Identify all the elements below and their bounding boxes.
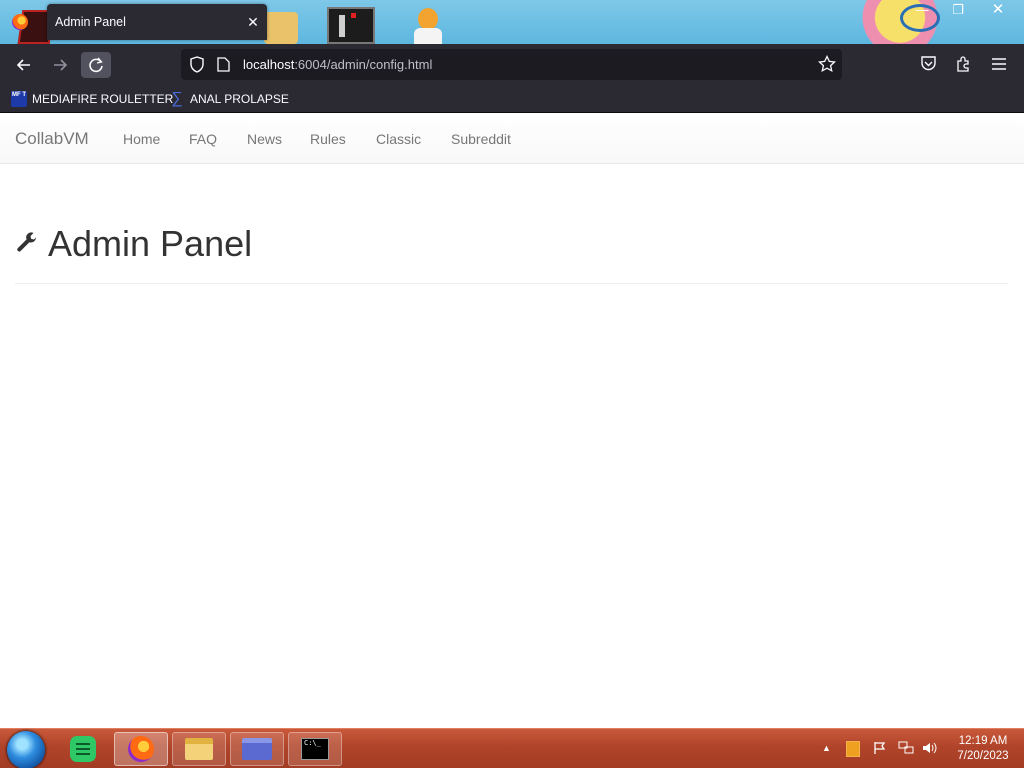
window-minimize-button[interactable]: — — [904, 0, 940, 20]
url-host: localhost — [243, 57, 295, 72]
bookmarks-toolbar: MF T MEDIAFIRE ROULETTER ∑ ANAL PROLAPSE — [0, 85, 1024, 113]
action-center-flag-icon[interactable] — [873, 741, 887, 758]
firefox-icon — [128, 736, 154, 762]
url-path: :6004/admin/config.html — [294, 57, 433, 72]
wrench-icon — [17, 232, 36, 252]
tray-app-icon[interactable] — [846, 741, 860, 757]
desktop-wallpaper-figure — [327, 7, 375, 44]
page-title: Admin Panel — [48, 223, 253, 264]
tracking-shield-icon[interactable] — [189, 56, 205, 73]
pocket-icon[interactable] — [920, 55, 937, 73]
back-arrow-icon[interactable] — [11, 52, 37, 78]
window-close-button[interactable]: ✕ — [980, 0, 1016, 20]
desktop-wallpaper-figure — [264, 12, 298, 44]
taskbar-firefox[interactable] — [114, 732, 168, 766]
address-bar[interactable]: localhost:6004/admin/config.html — [181, 49, 842, 80]
clock-time: 12:19 AM — [958, 735, 1008, 747]
bookmark-star-icon[interactable] — [818, 55, 836, 73]
bookmark-mediafire-rouletter[interactable]: MF T MEDIAFIRE ROULETTER — [11, 90, 173, 108]
command-prompt-icon: C:\_ — [301, 738, 329, 760]
nav-link-classic[interactable]: Classic — [376, 131, 421, 147]
page-info-icon[interactable] — [217, 57, 230, 72]
browser-toolbar: localhost:6004/admin/config.html — [0, 44, 1024, 85]
folder-icon — [185, 738, 213, 760]
reload-icon[interactable] — [81, 52, 111, 78]
nav-link-faq[interactable]: FAQ — [189, 131, 217, 147]
windows-taskbar: C:\_ ▲ 12:19 AM 7/20/2023 — [0, 728, 1024, 768]
tab-admin-panel[interactable]: Admin Panel ✕ — [47, 4, 267, 40]
tab-close-icon[interactable]: ✕ — [239, 14, 267, 31]
taskbar-notes-app[interactable] — [56, 732, 110, 766]
window-maximize-button[interactable]: ❐ — [940, 0, 976, 20]
hamburger-menu-icon[interactable] — [990, 55, 1008, 73]
nav-link-home[interactable]: Home — [123, 131, 160, 147]
page-content: CollabVM Home FAQ News Rules Classic Sub… — [0, 113, 1024, 728]
start-button[interactable] — [7, 731, 45, 768]
taskbar-command-prompt[interactable]: C:\_ — [288, 732, 342, 766]
window-app-icon — [242, 738, 272, 760]
nav-link-subreddit[interactable]: Subreddit — [451, 131, 511, 147]
extensions-icon[interactable] — [955, 55, 973, 73]
system-clock[interactable]: 12:19 AM 7/20/2023 — [948, 734, 1018, 764]
taskbar-window-app[interactable] — [230, 732, 284, 766]
site-navbar: CollabVM Home FAQ News Rules Classic Sub… — [0, 113, 1024, 164]
forward-arrow-icon[interactable] — [47, 52, 73, 78]
show-hidden-icons-arrow-icon[interactable]: ▲ — [822, 743, 831, 753]
taskbar-file-explorer[interactable] — [172, 732, 226, 766]
tab-title: Admin Panel — [55, 15, 126, 29]
network-icon[interactable] — [898, 741, 914, 758]
bookmark-label: ANAL PROLAPSE — [190, 92, 289, 106]
clock-date: 7/20/2023 — [957, 750, 1009, 762]
mft-icon: MF T — [11, 91, 27, 107]
nav-link-news[interactable]: News — [247, 131, 282, 147]
bookmark-label: MEDIAFIRE ROULETTER — [32, 92, 174, 106]
browser-tab-strip: Admin Panel ✕ — ❐ ✕ — [0, 0, 1024, 44]
site-brand[interactable]: CollabVM — [15, 129, 89, 149]
url-text[interactable]: localhost:6004/admin/config.html — [243, 57, 432, 72]
page-header: Admin Panel — [15, 224, 1008, 284]
nav-link-rules[interactable]: Rules — [310, 131, 346, 147]
bookmark-anal-prolapse[interactable]: ∑ ANAL PROLAPSE — [169, 90, 289, 108]
sigma-icon: ∑ — [171, 90, 183, 107]
notes-app-icon — [70, 736, 96, 762]
desktop-wallpaper-figure — [414, 8, 442, 44]
firefox-icon — [12, 14, 28, 30]
volume-icon[interactable] — [922, 741, 938, 758]
